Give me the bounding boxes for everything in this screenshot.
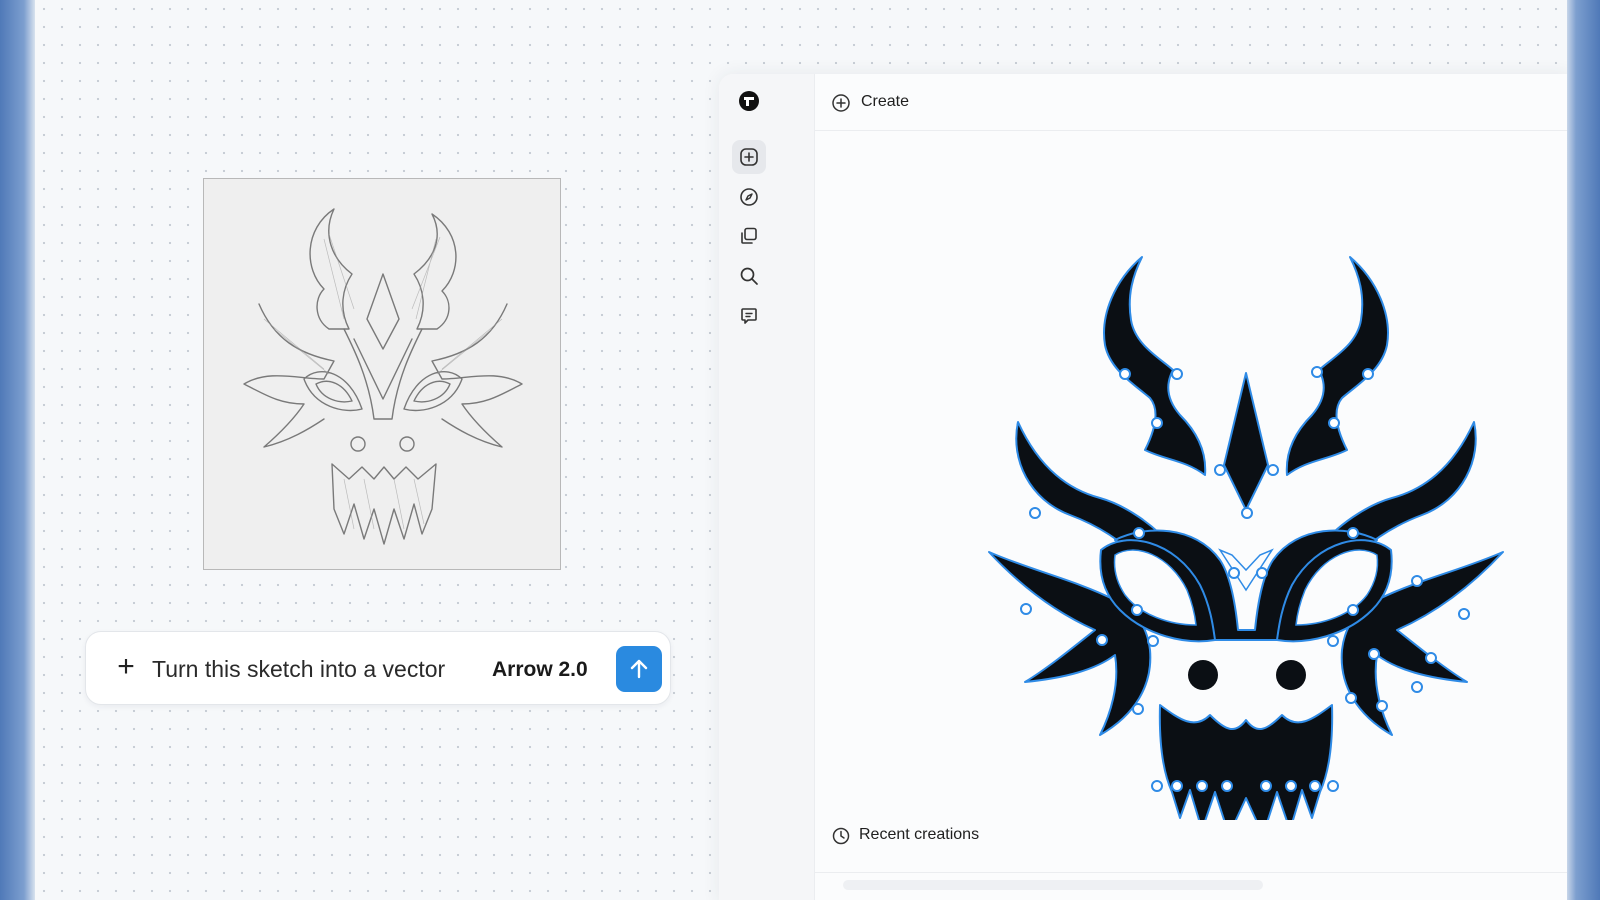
dragon-sketch: [243, 208, 523, 545]
comment-icon[interactable]: [732, 299, 766, 333]
plus-icon[interactable]: +: [112, 652, 140, 682]
create-title[interactable]: Create: [861, 93, 909, 111]
send-button[interactable]: [616, 646, 662, 692]
compass-icon[interactable]: [732, 180, 766, 214]
sketch-image[interactable]: [203, 178, 561, 570]
model-selector[interactable]: Arrow 2.0: [492, 658, 588, 682]
prompt-input[interactable]: Turn this sketch into a vector: [152, 656, 445, 683]
sidebar: [719, 74, 779, 900]
app-window: Create Recent creations: [719, 74, 1567, 900]
main-panel: Create Recent creations: [814, 74, 1567, 900]
recent-creations-label[interactable]: Recent creations: [859, 826, 979, 844]
arrow-up-icon: [630, 659, 648, 679]
recent-thumbnails-strip: [843, 880, 1263, 890]
recent-creations: Recent creations: [815, 820, 1567, 890]
panel-header: Create: [815, 74, 1567, 131]
vector-output[interactable]: [815, 130, 1567, 820]
plus-circle-icon[interactable]: [831, 93, 851, 113]
clock-icon: [832, 827, 850, 845]
plus-square-icon[interactable]: [732, 140, 766, 174]
canvas-background: + Turn this sketch into a vector Arrow 2…: [35, 0, 1567, 900]
search-icon[interactable]: [732, 259, 766, 293]
copy-icon[interactable]: [732, 219, 766, 253]
prompt-bar: + Turn this sketch into a vector Arrow 2…: [85, 631, 671, 705]
brand-logo-icon[interactable]: [732, 84, 766, 118]
